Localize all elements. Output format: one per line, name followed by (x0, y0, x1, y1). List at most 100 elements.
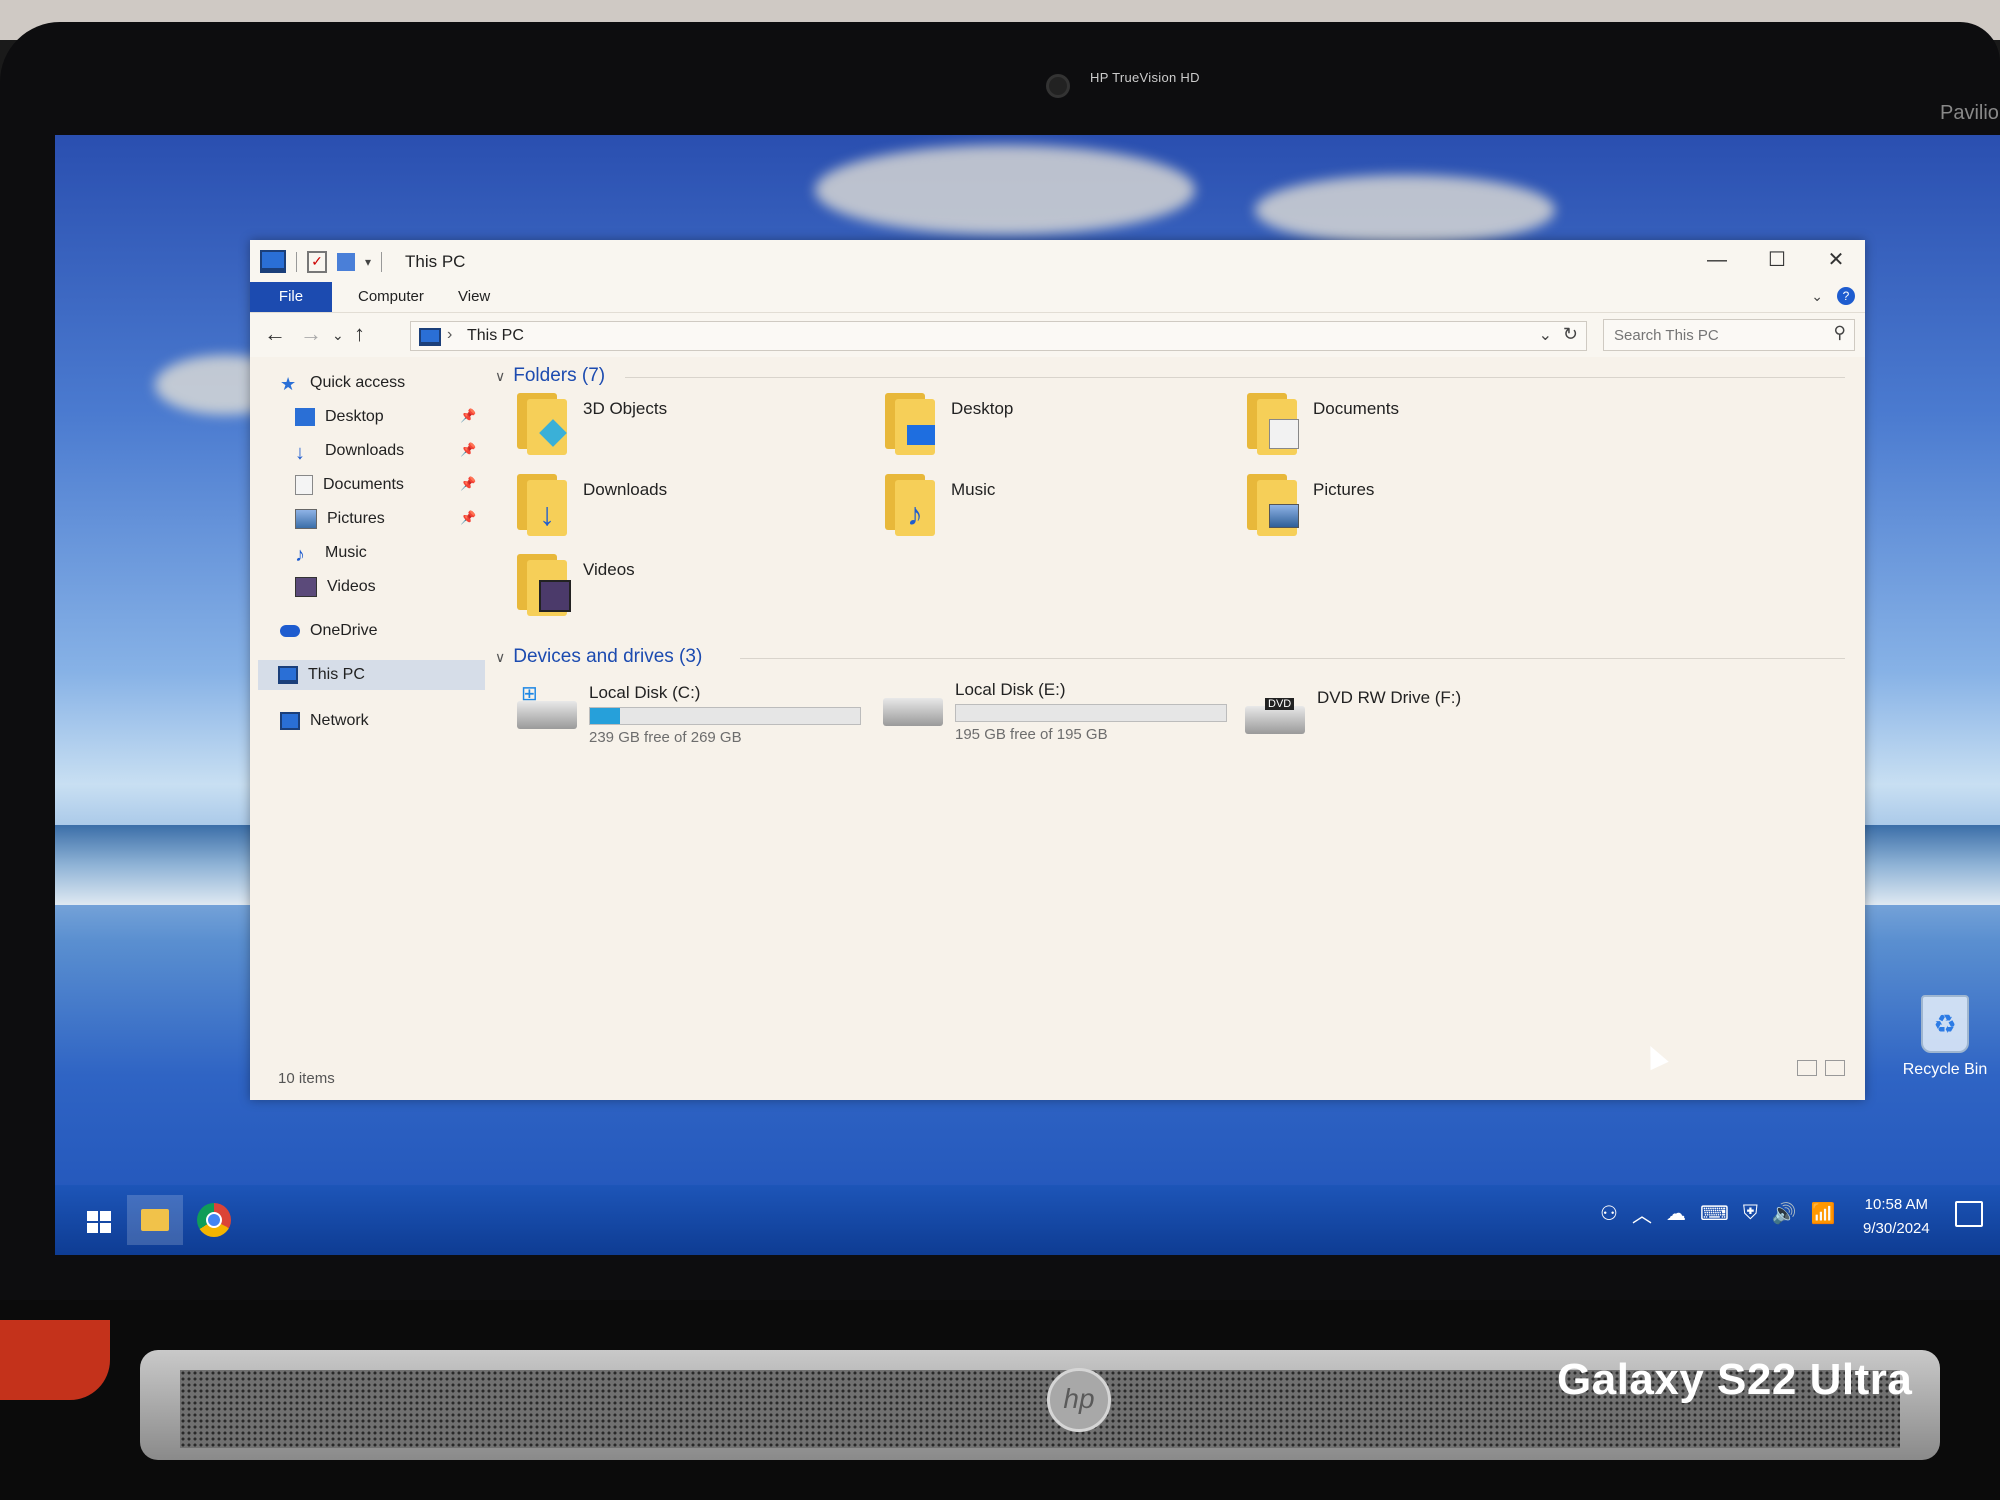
onedrive-tray-icon[interactable]: ☁ (1666, 1201, 1686, 1226)
computer-icon (278, 666, 298, 684)
breadcrumb[interactable]: This PC (467, 327, 524, 345)
folder-icon (141, 1209, 169, 1231)
folder-icon (885, 393, 935, 455)
drive-e[interactable]: Local Disk (E:) 195 GB free of 195 GB (883, 680, 1243, 750)
pin-icon[interactable]: 📌 (460, 442, 476, 458)
security-icon[interactable]: ⛨ (1743, 1202, 1758, 1225)
properties-icon[interactable]: ✓ (307, 250, 327, 273)
action-center-icon[interactable] (1955, 1201, 1983, 1227)
folder-name: Videos (583, 560, 635, 579)
sidebar-item-music[interactable]: ♪ Music (295, 538, 367, 568)
sidebar-item-label: Music (325, 544, 367, 561)
recycle-bin-label: Recycle Bin (1902, 1061, 1988, 1078)
wifi-icon[interactable]: 📶 (1811, 1201, 1836, 1226)
sidebar-item-pictures[interactable]: Pictures (295, 504, 385, 534)
forward-arrow-icon[interactable]: → (300, 321, 322, 347)
sidebar-item-label: Network (310, 712, 369, 729)
recycle-bin-shortcut[interactable]: ♻ Recycle Bin (1890, 995, 2000, 1079)
clock-time: 10:58 AM (1864, 1196, 1929, 1213)
drive-f[interactable]: DVD DVD RW Drive (F:) (1245, 688, 1605, 758)
address-bar[interactable]: › This PC ⌄ ↻ (410, 321, 1587, 351)
keyboard-icon[interactable]: ⌨ (1700, 1201, 1729, 1226)
toolbar-separator (381, 251, 383, 272)
search-box[interactable]: ⚲ (1603, 319, 1855, 351)
dvd-badge: DVD (1265, 698, 1295, 710)
pin-icon[interactable]: 📌 (460, 510, 476, 526)
start-button[interactable] (65, 1195, 121, 1245)
chevron-down-icon[interactable]: ∨ (495, 649, 505, 666)
folder-music[interactable]: ♪ Music (885, 474, 1245, 544)
sidebar-item-quick-access[interactable]: ★ Quick access (280, 368, 405, 398)
title-bar[interactable]: ✓ ▾ This PC — ☐ ✕ (250, 240, 1865, 282)
sidebar-item-onedrive[interactable]: OneDrive (280, 616, 378, 646)
minimize-button[interactable]: — (1694, 244, 1740, 276)
pin-icon[interactable]: 📌 (460, 476, 476, 492)
pictures-icon (1269, 504, 1299, 528)
close-button[interactable]: ✕ (1813, 244, 1859, 276)
folder-desktop[interactable]: Desktop (885, 393, 1245, 463)
ribbon-right-controls: ⌄ ? (1811, 287, 1855, 305)
devices-group-header[interactable]: ∨ Devices and drives (3) (495, 643, 702, 671)
sidebar-item-label: Desktop (325, 408, 384, 425)
star-icon: ★ (280, 374, 297, 394)
maximize-button[interactable]: ☐ (1754, 244, 1800, 276)
sidebar-item-label: Quick access (310, 374, 406, 391)
drive-free-space: 195 GB free of 195 GB (955, 726, 1108, 743)
music-icon: ♪ (907, 496, 923, 532)
chevron-down-icon[interactable]: ∨ (495, 368, 505, 385)
folder-icon (1247, 474, 1299, 536)
back-arrow-icon[interactable]: ← (264, 321, 286, 347)
refresh-icon[interactable]: ↻ (1563, 324, 1578, 345)
folder-videos[interactable]: Videos (517, 554, 877, 624)
taskbar-clock[interactable]: 10:58 AM 9/30/2024 (1863, 1193, 1930, 1241)
up-arrow-icon[interactable]: ↑ (354, 321, 365, 347)
expand-ribbon-icon[interactable]: ⌄ (1811, 288, 1823, 305)
hp-logo: hp (1047, 1368, 1111, 1432)
people-icon[interactable]: ⚇ (1600, 1201, 1618, 1226)
dvd-drive-icon: DVD (1245, 698, 1305, 734)
pin-icon[interactable]: 📌 (460, 408, 476, 424)
taskbar-file-explorer[interactable] (127, 1195, 183, 1245)
folder-name: Music (951, 480, 996, 499)
taskbar-chrome[interactable] (185, 1195, 241, 1245)
search-input[interactable] (1604, 320, 1816, 350)
customize-toolbar-icon[interactable]: ▾ (365, 255, 371, 269)
tab-file[interactable]: File (250, 282, 332, 312)
cloud (1255, 175, 1555, 245)
folder-documents[interactable]: Documents (1247, 393, 1607, 463)
folders-group-header[interactable]: ∨ Folders (7) (495, 362, 605, 390)
pictures-icon (295, 509, 317, 529)
sidebar-item-videos[interactable]: Videos (295, 572, 376, 602)
folder-pictures[interactable]: Pictures (1247, 474, 1607, 544)
tab-computer[interactable]: Computer (340, 282, 442, 312)
file-explorer-window[interactable]: ✓ ▾ This PC — ☐ ✕ File Computer View ⌄ ?… (250, 240, 1865, 1100)
show-hidden-icons-icon[interactable]: ︿ (1632, 1199, 1652, 1228)
details-view-icon[interactable] (1797, 1060, 1817, 1076)
drive-c[interactable]: ⊞ Local Disk (C:) 239 GB free of 269 GB (517, 683, 877, 753)
cloud-icon (280, 625, 300, 637)
folder-downloads[interactable]: ↓ Downloads (517, 474, 877, 544)
music-icon: ♪ (295, 544, 305, 566)
computer-icon (419, 328, 441, 346)
sidebar-item-downloads[interactable]: ↓ Downloads (295, 436, 404, 466)
sidebar-item-this-pc[interactable]: This PC (258, 660, 485, 690)
sidebar-item-label: OneDrive (310, 622, 378, 639)
folder-3d-objects[interactable]: 3D Objects (517, 393, 877, 463)
chevron-right-icon[interactable]: › (447, 326, 452, 344)
brand-label: Pavilion (1940, 102, 2000, 124)
new-folder-icon[interactable] (337, 252, 355, 271)
sidebar-item-desktop[interactable]: Desktop (295, 402, 384, 432)
chevron-down-icon[interactable]: ⌄ (1539, 325, 1552, 345)
hard-drive-icon: ⊞ (517, 683, 577, 729)
recent-locations-icon[interactable]: ⌄ (332, 327, 344, 344)
sidebar-item-network[interactable]: Network (280, 706, 369, 736)
help-icon[interactable]: ? (1837, 287, 1855, 305)
network-icon (280, 712, 300, 730)
sidebar-item-label: This PC (308, 666, 365, 683)
sidebar-item-documents[interactable]: Documents (295, 470, 404, 500)
sidebar-item-label: Downloads (325, 442, 405, 459)
search-icon[interactable]: ⚲ (1834, 323, 1846, 343)
large-icons-view-icon[interactable] (1825, 1060, 1845, 1076)
volume-icon[interactable]: 🔊 (1772, 1201, 1797, 1226)
tab-view[interactable]: View (440, 282, 508, 312)
